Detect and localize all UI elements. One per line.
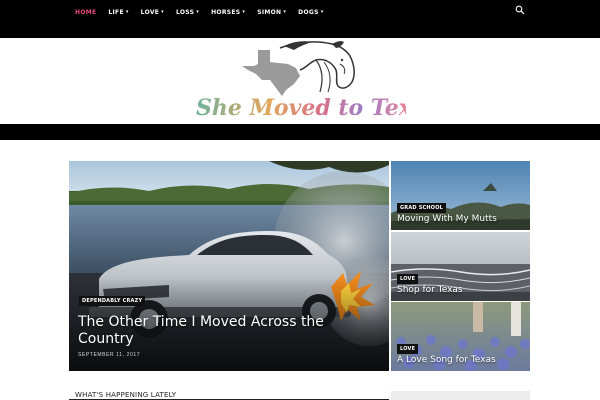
- chevron-down-icon: ▾: [283, 9, 287, 15]
- tile-title[interactable]: Shop for Texas: [397, 285, 463, 295]
- chevron-down-icon: ▾: [125, 9, 129, 15]
- menu-item-label: HORSES: [211, 8, 241, 16]
- post-date: SEPTEMBER 11, 2017: [78, 352, 141, 358]
- tile-title[interactable]: Moving With My Mutts: [397, 214, 497, 224]
- chevron-down-icon: ▾: [320, 9, 324, 15]
- menu-item-label: SIMON: [257, 8, 282, 16]
- menu-item-love[interactable]: LOVE ▾: [141, 9, 164, 16]
- menu-item-dogs[interactable]: DOGS ▾: [298, 9, 323, 16]
- menu-item-life[interactable]: LIFE ▾: [108, 9, 128, 16]
- menu-item-loss[interactable]: LOSS ▾: [176, 9, 199, 16]
- menu-item-label: LOSS: [175, 8, 195, 16]
- chevron-down-icon: ▾: [196, 9, 200, 15]
- featured-post-title[interactable]: The Other Time I Moved Across the Countr…: [78, 314, 368, 348]
- category-badge[interactable]: GRAD SCHOOL: [397, 203, 447, 213]
- tile-title[interactable]: A Love Song for Texas: [397, 355, 496, 365]
- top-navigation-bar: HOME LIFE ▾ LOVE ▾ LOSS ▾ HORSES ▾ SIMON…: [0, 0, 600, 38]
- site-header: She Moved to Texas: [0, 38, 600, 124]
- sidebar-widget: [391, 391, 530, 400]
- menu-item-label: LIFE: [108, 8, 124, 16]
- menu-item-horses[interactable]: HORSES ▾: [211, 9, 245, 16]
- featured-post-tile[interactable]: GRAD SCHOOL Moving With My Mutts: [391, 161, 530, 230]
- featured-post-tile[interactable]: LOVE A Love Song for Texas: [391, 302, 530, 371]
- menu-item-label: LOVE: [140, 8, 160, 16]
- chevron-down-icon: ▾: [242, 9, 246, 15]
- section-heading: WHAT'S HAPPENING LATELY: [75, 391, 177, 399]
- featured-post-main[interactable]: DEPENDABLY CRAZY The Other Time I Moved …: [69, 161, 389, 371]
- category-badge[interactable]: LOVE: [397, 344, 419, 354]
- menu-item-label: DOGS: [298, 8, 319, 16]
- menu-item-simon[interactable]: SIMON ▾: [257, 9, 286, 16]
- header-divider-bar: [0, 124, 600, 140]
- featured-post-tile[interactable]: LOVE Shop for Texas: [391, 232, 530, 301]
- menu-item-label: HOME: [75, 8, 97, 16]
- category-badge[interactable]: DEPENDABLY CRAZY: [79, 296, 146, 306]
- category-badge[interactable]: LOVE: [397, 274, 419, 284]
- main-menu: HOME LIFE ▾ LOVE ▾ LOSS ▾ HORSES ▾ SIMON…: [75, 0, 336, 24]
- site-logo-text[interactable]: She Moved to Texas: [196, 95, 438, 125]
- search-icon[interactable]: [515, 5, 525, 15]
- texas-horse-logo-icon[interactable]: [240, 40, 360, 96]
- menu-item-home[interactable]: HOME: [75, 9, 96, 16]
- chevron-down-icon: ▾: [161, 9, 164, 15]
